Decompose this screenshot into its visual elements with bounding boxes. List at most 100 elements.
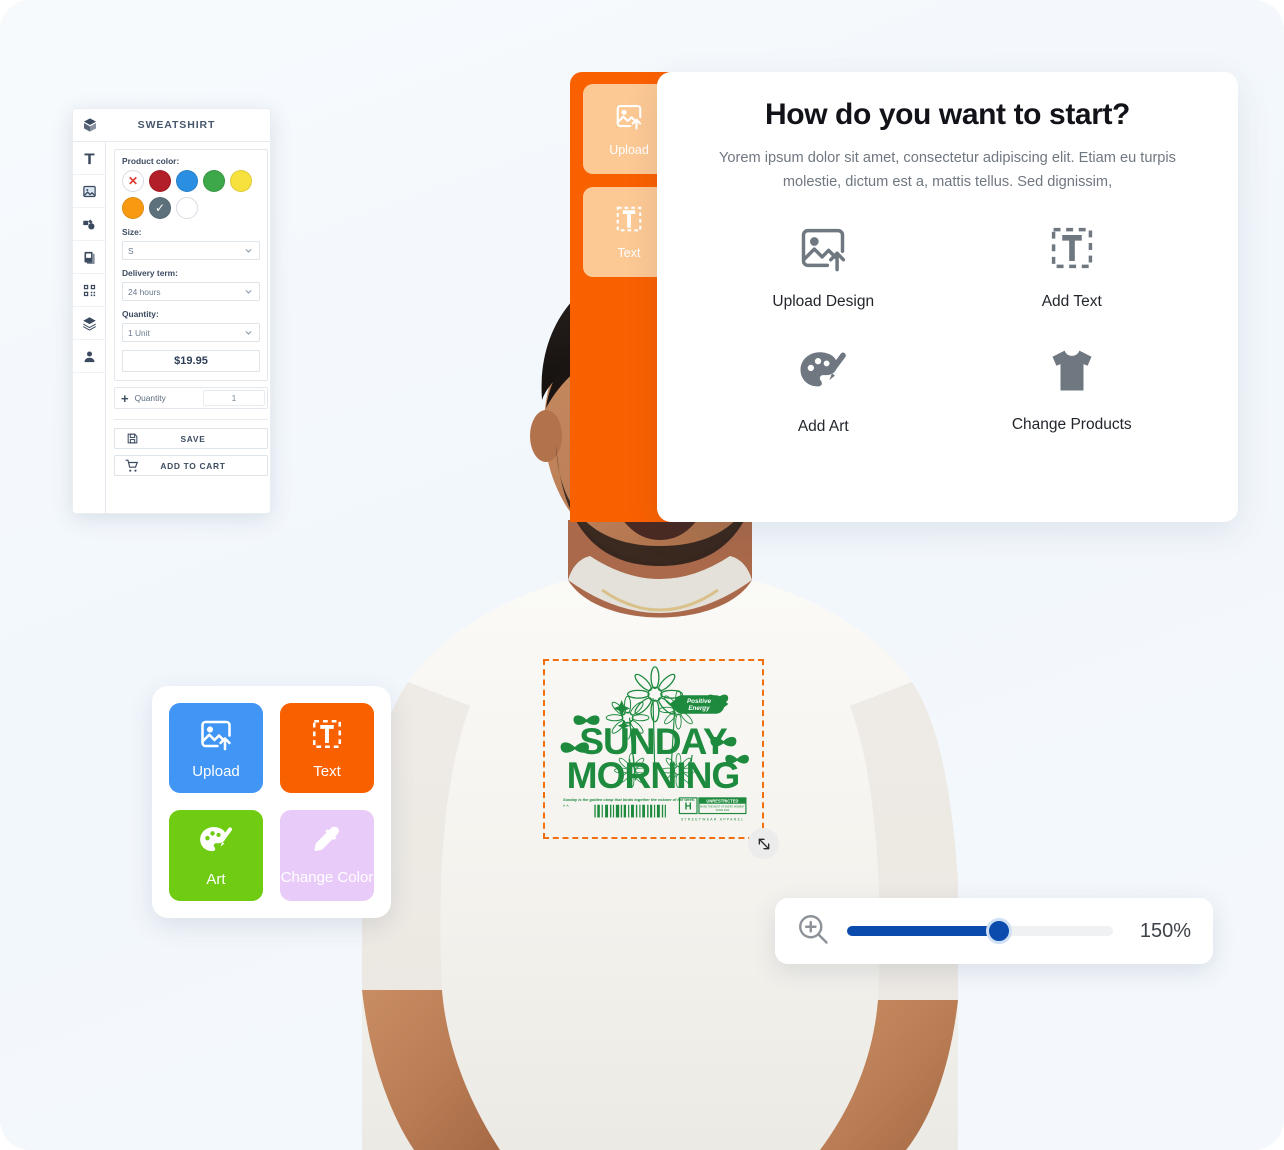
delivery-term-select[interactable]: 24 hours — [122, 282, 260, 301]
chevron-down-icon — [244, 328, 253, 339]
zoom-value-label: 150% — [1139, 919, 1191, 942]
zoom-slider-track[interactable] — [847, 918, 1113, 944]
design-artwork: Positive Energy SUNDAY MORNING Sunday is… — [560, 666, 749, 821]
tool-tile-label: Upload — [192, 762, 240, 780]
add-to-cart-label: ADD TO CART — [160, 460, 226, 471]
swatch-no-color[interactable]: ✕ — [122, 170, 144, 192]
quantity-stepper-row: + Quantity 1 — [114, 387, 268, 409]
tshirt-icon — [1046, 345, 1098, 402]
start-option-label: Change Products — [1011, 416, 1132, 434]
person-tool-icon[interactable] — [73, 340, 105, 373]
save-button[interactable]: SAVE — [114, 428, 268, 449]
size-select[interactable]: S — [122, 241, 260, 260]
quantity-input[interactable]: 1 — [203, 390, 265, 406]
tool-tile-label: Text — [313, 762, 341, 780]
qr-code-icon[interactable] — [73, 274, 105, 307]
start-card: How do you want to start? Yorem ipsum do… — [657, 72, 1238, 522]
start-card-subtitle: Yorem ipsum dolor sit amet, consectetur … — [719, 150, 1176, 191]
resize-diagonal-icon[interactable] — [748, 828, 779, 859]
tool-tile-upload[interactable]: Upload — [169, 703, 263, 793]
svg-text:Energy: Energy — [688, 705, 710, 712]
swatch-dark-red[interactable] — [149, 170, 171, 192]
upload-image-icon — [797, 222, 849, 279]
swatch-orange[interactable] — [122, 197, 144, 219]
add-text-icon — [309, 716, 345, 756]
delivery-term-label: Delivery term: — [122, 268, 178, 278]
tool-tile-text[interactable]: Text — [280, 703, 374, 793]
zoom-slider-thumb[interactable] — [985, 918, 1012, 944]
layers-tool-icon[interactable] — [73, 307, 105, 340]
quantity-select[interactable]: 1 Unit — [122, 323, 260, 342]
add-to-cart-button[interactable]: ADD TO CART — [114, 455, 268, 476]
start-option-label: Add Art — [797, 418, 849, 436]
start-card-title: How do you want to start? — [765, 98, 1130, 131]
product-tool-rail — [73, 142, 106, 513]
tool-tile-label: Change Color — [280, 869, 374, 887]
start-options-grid: Upload Design Add Text Add Art Change Pr… — [699, 222, 1196, 436]
save-label: SAVE — [180, 433, 206, 444]
zoom-slider-fill — [847, 926, 999, 936]
design-stamp-letter: H — [685, 802, 692, 813]
start-option-upload-design[interactable]: Upload Design — [772, 222, 874, 311]
size-value: S — [128, 245, 134, 256]
start-option-label: Upload Design — [772, 293, 875, 311]
swatch-yellow[interactable] — [230, 170, 252, 192]
product-color-swatches: ✕ ✓ — [122, 170, 260, 219]
swatch-green[interactable] — [203, 170, 225, 192]
upload-image-icon — [198, 716, 234, 756]
size-label: Size: — [122, 227, 142, 237]
tool-tile-change-color[interactable]: Change Color — [280, 809, 374, 901]
zoom-control-bar: 150% — [775, 898, 1213, 964]
box-icon — [73, 117, 107, 133]
swatch-white[interactable] — [176, 197, 198, 219]
swatch-slate-selected[interactable]: ✓ — [149, 197, 171, 219]
start-option-change-products[interactable]: Change Products — [1012, 345, 1132, 436]
svg-text:SINCE 2024: SINCE 2024 — [716, 809, 730, 812]
price-display: $19.95 — [122, 350, 260, 372]
add-text-icon — [614, 204, 644, 237]
svg-text:^ ^: ^ ^ — [563, 804, 569, 809]
design-stamp-sub: STREETWEAR APPAREL — [681, 817, 744, 821]
product-options-group: Product color: ✕ ✓ Size: S Delivery term… — [114, 149, 268, 381]
app-canvas: Positive Energy SUNDAY MORNING Sunday is… — [0, 0, 1284, 1150]
start-option-add-art[interactable]: Add Art — [796, 345, 850, 436]
product-actions: SAVE ADD TO CART — [114, 419, 268, 482]
add-text-icon — [1046, 222, 1098, 279]
art-tool-icon[interactable] — [73, 208, 105, 241]
swatch-blue[interactable] — [176, 170, 198, 192]
quantity-value: 1 Unit — [128, 327, 150, 338]
product-panel-title: SWEATSHIRT — [137, 119, 216, 131]
add-quantity-label: Quantity — [134, 393, 166, 403]
save-disk-icon — [115, 432, 149, 445]
design-stamp-title: UNRESTRICTED — [706, 798, 738, 803]
design-selection-box[interactable]: Positive Energy SUNDAY MORNING Sunday is… — [543, 659, 764, 839]
chevron-down-icon — [244, 287, 253, 298]
chevron-down-icon — [244, 246, 253, 257]
add-quantity-button[interactable]: + Quantity — [115, 388, 201, 408]
shopping-cart-icon — [115, 459, 149, 473]
upload-image-icon — [614, 101, 644, 134]
tool-tile-label: Art — [206, 871, 226, 889]
palette-icon — [197, 822, 235, 864]
product-color-label: Product color: — [122, 156, 180, 166]
zoom-in-icon[interactable] — [795, 911, 831, 952]
design-tagline: Sunday is the golden clasp that binds to… — [563, 797, 695, 802]
gallery-tool-icon[interactable] — [73, 241, 105, 274]
palette-icon — [796, 345, 850, 404]
plus-icon: + — [121, 390, 129, 406]
quick-tools-card: Upload Text Art Change Color — [152, 686, 391, 918]
start-option-label: Add Text — [1041, 293, 1102, 311]
quantity-label: Quantity: — [122, 309, 159, 319]
start-option-add-text[interactable]: Add Text — [1042, 222, 1102, 311]
rail-tile-text-label: Text — [617, 246, 641, 260]
design-headline-bottom: MORNING — [567, 754, 740, 796]
svg-text:MAKE THE MOST OF EVERY MOMENT: MAKE THE MOST OF EVERY MOMENT — [700, 806, 745, 809]
delivery-term-value: 24 hours — [128, 286, 161, 297]
product-panel-header: SWEATSHIRT — [73, 109, 270, 142]
text-tool-icon[interactable] — [73, 142, 105, 175]
image-tool-icon[interactable] — [73, 175, 105, 208]
product-settings-panel: SWEATSHIRT Product color: ✕ ✓ Size: S De… — [72, 108, 271, 514]
rail-tile-upload-label: Upload — [609, 143, 649, 157]
tool-tile-art[interactable]: Art — [169, 809, 263, 901]
eyedropper-icon — [310, 824, 344, 862]
